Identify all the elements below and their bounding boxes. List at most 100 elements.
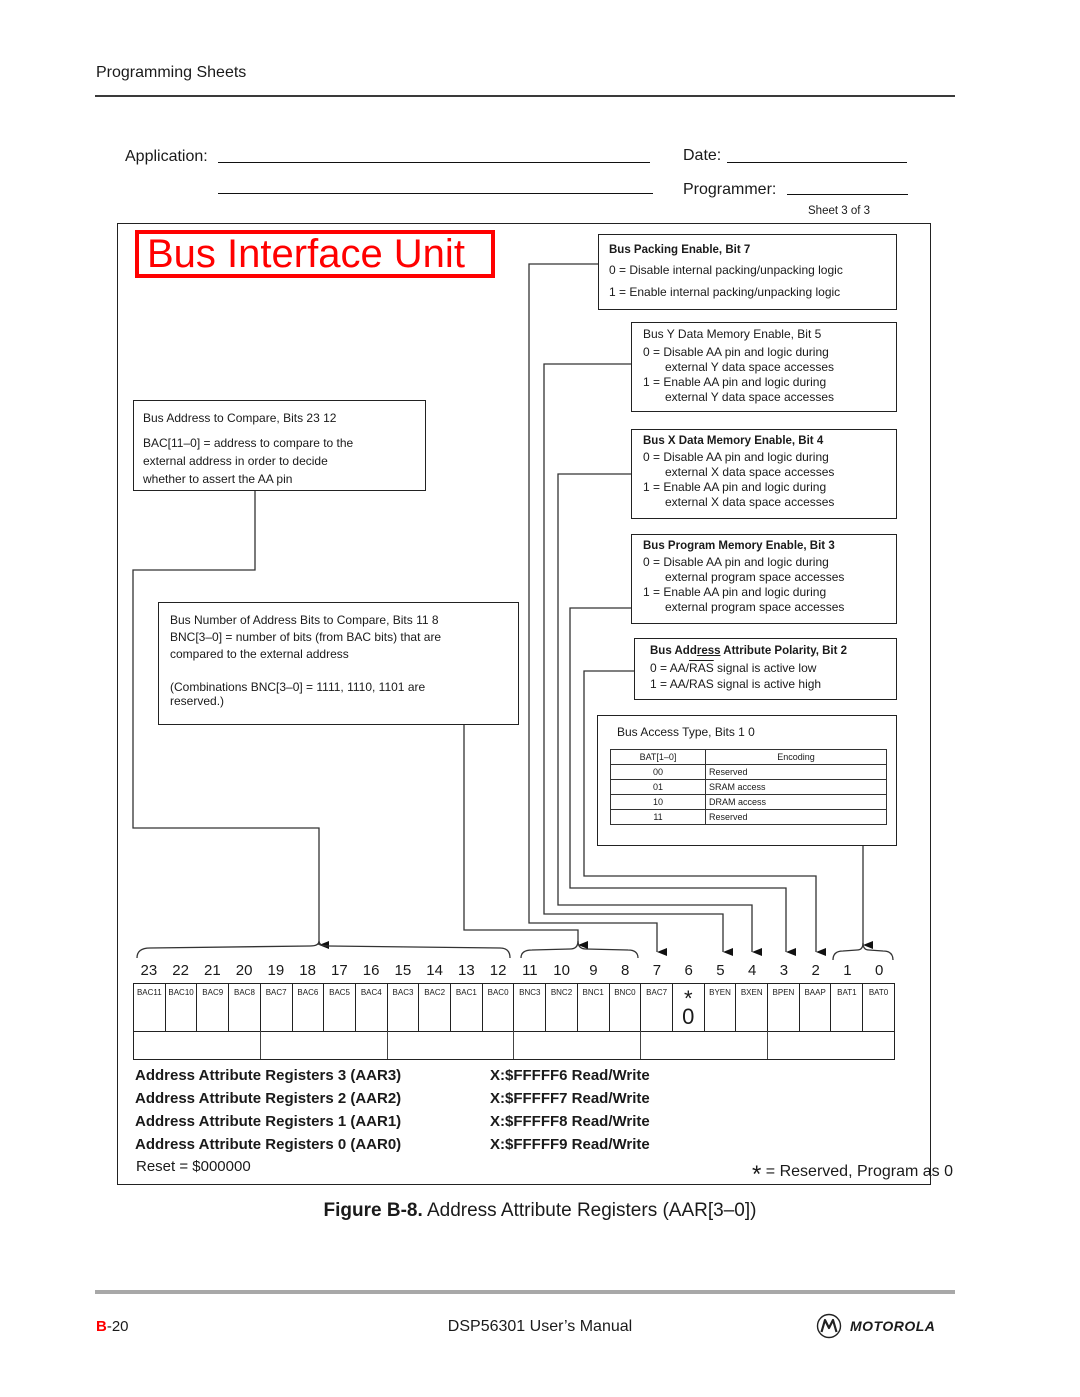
nibble-entry-cell[interactable] [514,1031,642,1059]
bit-field-cell[interactable]: BAC10 [166,984,198,1031]
bit-field-cell[interactable]: BAC7 [261,984,293,1031]
bpac-line-0: 0 = Disable internal packing/unpacking l… [609,263,843,277]
bnc-line: BNC[3–0] = number of bits (from BAC bits… [170,630,442,644]
table-cell: 01 [610,779,706,795]
brace-bnc [520,940,639,959]
bit-field-label: BAC9 [202,988,224,997]
bnc-note: (Combinations BNC[3–0] = 1111, 1110, 110… [170,680,518,708]
bit-field-cell[interactable]: BPEN [768,984,800,1031]
bit-field-cell[interactable]: BAC11 [134,984,166,1031]
table-row: 11 Reserved [610,809,887,825]
byen-line-1a: 1 = Enable AA pin and logic during [643,375,827,389]
baap-line-1: 1 = AA/RAS signal is active high [650,677,896,692]
nibble-entry-cell[interactable] [134,1031,261,1059]
bit-field-cell[interactable]: BNC1 [578,984,610,1031]
table-header: Encoding [705,749,887,765]
table-cell: 11 [610,809,706,825]
bnc-note-line: (Combinations BNC[3–0] = 1111, 1110, 110… [170,680,426,694]
bxen-line-0b: external X data space accesses [665,465,835,479]
table-header-row: BAT[1–0] Encoding [610,749,887,765]
brace-bat [832,942,894,961]
bit-field-label: BAC6 [297,988,319,997]
bac-line: BAC[11–0] = address to compare to the [143,436,354,450]
bit-number: 20 [235,962,253,979]
reserved-legend-text: = Reserved, Program as 0 [765,1163,953,1180]
bxen-description-box: Bus X Data Memory Enable, Bit 4 0 = Disa… [631,429,897,519]
table-row: 01 SRAM access [610,779,887,795]
bpen-line-0b: external program space accesses [665,570,845,584]
bit-number: 0 [874,962,884,979]
bpac-line-1: 1 = Enable internal packing/unpacking lo… [609,285,841,299]
bit-number: 22 [172,962,189,979]
bit-field-cell[interactable]: BAC6 [293,984,325,1031]
bit-number: 9 [589,962,598,979]
bit-field-label: BAC8 [234,988,255,997]
table-cell: DRAM access [705,794,887,810]
table-row: 00 Reserved [610,764,887,780]
bit-number: 2 [811,962,820,979]
bpen-title: Bus Program Memory Enable, Bit 3 [643,540,835,552]
bat-encoding-table: BAT[1–0] Encoding 00 Reserved 01 SRAM ac… [610,749,887,825]
bit-field-cell[interactable]: BAC1 [451,984,483,1031]
bit-field-label: BAC2 [424,988,446,997]
bit-field-cell[interactable]: BYEN [705,984,737,1031]
brace-bac [136,940,511,959]
bpen-line-1b: external program space accesses [665,600,845,614]
byen-description-box: Bus Y Data Memory Enable, Bit 5 0 = Disa… [631,322,897,412]
bit-field-cell[interactable]: BNC0 [610,984,642,1031]
bit-field-label: BAC1 [455,988,477,997]
reserved-bit-cell[interactable]: * 0 [673,984,705,1031]
bit-field-cell[interactable]: BAC5 [324,984,356,1031]
bit-field-cell[interactable]: BAC9 [197,984,230,1031]
bxen-title: Bus X Data Memory Enable, Bit 4 [643,435,824,447]
nibble-entry-cell[interactable] [261,1031,388,1059]
bit-number: 15 [394,962,412,979]
bit-field-cell[interactable]: BAT1 [831,984,864,1031]
bit-number: 14 [426,962,443,979]
bit-field-cell[interactable]: BAC4 [356,984,388,1031]
reserved-value: 0 [682,1004,695,1029]
nibble-entry-cell[interactable] [768,1031,894,1059]
bpac-description-box: Bus Packing Enable, Bit 7 0 = Disable in… [598,234,897,310]
bit-field-cell[interactable]: BAC8 [229,984,261,1031]
bit-field-cell[interactable]: BAC0 [483,984,515,1031]
bit-number: 6 [684,962,693,979]
bit-number: 3 [779,962,789,979]
bit-field-label: BAC4 [360,988,382,997]
bit-field-label: BAC7 [646,988,668,997]
bit-field-cell[interactable]: BAT0 [863,984,894,1031]
figure-title: Address Attribute Registers (AAR[3–0]) [422,1200,757,1221]
bxen-line-1b: external X data space accesses [665,495,835,509]
bit-field-cell[interactable]: BAC3 [388,984,420,1031]
table-header: BAT[1–0] [610,749,706,765]
baap-description-box: Bus Address Attribute Polarity, Bit 2 0 … [634,638,897,700]
bxen-line-0a: 0 = Disable AA pin and logic during [643,450,829,464]
bit-number: 8 [620,962,630,979]
bit-number: 16 [362,962,380,979]
bit-number: 1 [843,962,852,979]
register-address: X:$FFFFF9 Read/Write [490,1136,650,1153]
bit-field-cell[interactable]: BAC7 [641,984,673,1031]
bit-field-cell[interactable]: BAC2 [419,984,452,1031]
bac-description-box: Bus Address to Compare, Bits 23 12 BAC[1… [133,400,426,491]
bit-field-cell[interactable]: BNC2 [546,984,578,1031]
bit-field-cell[interactable]: BAAP [800,984,832,1031]
table-cell: SRAM access [705,779,887,795]
bnc-note-line: reserved.) [170,694,225,708]
bac-title: Bus Address to Compare, Bits 23 12 [143,411,337,425]
baap-text: signal is active low [713,661,817,675]
register-name: Address Attribute Registers 0 (AAR0) [135,1136,402,1153]
bnc-title: Bus Number of Address Bits to Compare, B… [170,613,439,627]
ras-signal: RAS [689,677,714,691]
nibble-entry-cell[interactable] [641,1031,769,1059]
bac-body: BAC[11–0] = address to compare to the ex… [143,434,425,488]
bxen-line-1a: 1 = Enable AA pin and logic during [643,480,827,494]
bat-title: Bus Access Type, Bits 1 0 [617,725,755,739]
nibble-entry-cell[interactable] [388,1031,515,1059]
bit-field-cell[interactable]: BNC3 [514,984,547,1031]
byen-line-0a: 0 = Disable AA pin and logic during [643,345,829,359]
bit-field-cell[interactable]: BXEN [736,984,769,1031]
bit-field-label: BNC3 [519,988,541,997]
bit-number: 4 [747,962,757,979]
bnc-line: compared to the external address [170,647,349,661]
